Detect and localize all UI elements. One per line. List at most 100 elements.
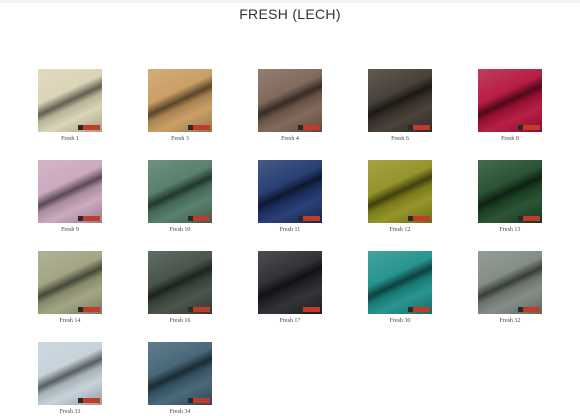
fabric-swatch-image[interactable] xyxy=(368,251,432,314)
swatch-card[interactable]: Fresh 8 xyxy=(478,69,542,143)
swatch-caption: Fresh 33 xyxy=(59,409,81,415)
brand-mark-icon xyxy=(518,307,523,312)
swatch-card[interactable]: Fresh 11 xyxy=(258,160,322,234)
swatch-card[interactable]: Fresh 9 xyxy=(38,160,102,234)
fabric-fold-shading xyxy=(148,251,212,314)
fabric-swatch-image[interactable] xyxy=(368,69,432,132)
brand-mark-icon xyxy=(408,125,413,130)
swatch-caption: Fresh 30 xyxy=(389,318,411,324)
swatch-caption: Fresh 34 xyxy=(169,409,191,415)
swatch-caption: Fresh 32 xyxy=(499,318,521,324)
fabric-fold-shading xyxy=(38,251,102,314)
swatch-card[interactable]: Fresh 3 xyxy=(148,69,212,143)
fabric-swatch-image[interactable] xyxy=(258,251,322,314)
brand-logo-icon xyxy=(78,398,100,403)
swatch-caption: Fresh 16 xyxy=(169,318,191,324)
swatch-card[interactable]: Fresh 17 xyxy=(258,251,322,325)
brand-logo-icon xyxy=(78,125,100,130)
brand-mark-icon xyxy=(188,307,193,312)
brand-logo-icon xyxy=(518,216,540,221)
fabric-swatch-image[interactable] xyxy=(148,160,212,223)
brand-logo-icon xyxy=(298,307,320,312)
brand-logo-icon xyxy=(188,307,210,312)
brand-logo-icon xyxy=(188,216,210,221)
swatch-caption: Fresh 10 xyxy=(169,227,191,233)
fabric-swatch-image[interactable] xyxy=(478,69,542,132)
brand-mark-icon xyxy=(78,398,83,403)
brand-mark-icon xyxy=(78,216,83,221)
swatch-card[interactable]: Fresh 12 xyxy=(368,160,432,234)
swatch-caption: Fresh 17 xyxy=(279,318,301,324)
brand-mark-icon xyxy=(78,307,83,312)
brand-mark-icon xyxy=(298,307,303,312)
fabric-swatch-image[interactable] xyxy=(478,251,542,314)
fabric-fold-shading xyxy=(368,69,432,132)
swatch-caption: Fresh 3 xyxy=(171,136,189,142)
swatch-card[interactable]: Fresh 32 xyxy=(478,251,542,325)
fabric-fold-shading xyxy=(148,160,212,223)
brand-mark-icon xyxy=(408,307,413,312)
brand-mark-icon xyxy=(188,125,193,130)
fabric-swatch-image[interactable] xyxy=(258,160,322,223)
fabric-swatch-image[interactable] xyxy=(258,69,322,132)
swatch-card[interactable]: Fresh 16 xyxy=(148,251,212,325)
brand-mark-icon xyxy=(408,216,413,221)
swatch-card[interactable]: Fresh 34 xyxy=(148,342,212,416)
swatch-card[interactable]: Fresh 4 xyxy=(258,69,322,143)
fabric-swatch-image[interactable] xyxy=(478,160,542,223)
swatch-caption: Fresh 11 xyxy=(279,227,301,233)
top-divider xyxy=(0,0,580,3)
brand-mark-icon xyxy=(518,216,523,221)
fabric-swatch-image[interactable] xyxy=(38,160,102,223)
brand-mark-icon xyxy=(518,125,523,130)
fabric-swatch-image[interactable] xyxy=(368,160,432,223)
fabric-fold-shading xyxy=(258,69,322,132)
swatch-card[interactable]: Fresh 10 xyxy=(148,160,212,234)
fabric-fold-shading xyxy=(38,342,102,405)
swatch-card[interactable]: Fresh 6 xyxy=(368,69,432,143)
swatch-card[interactable]: Fresh 14 xyxy=(38,251,102,325)
fabric-fold-shading xyxy=(38,160,102,223)
swatch-caption: Fresh 8 xyxy=(501,136,519,142)
swatch-caption: Fresh 9 xyxy=(61,227,79,233)
brand-mark-icon xyxy=(188,398,193,403)
swatch-card[interactable]: Fresh 1 xyxy=(38,69,102,143)
fabric-swatch-image[interactable] xyxy=(38,69,102,132)
page-title: FRESH (LECH) xyxy=(239,6,341,22)
brand-mark-icon xyxy=(78,125,83,130)
fabric-swatch-image[interactable] xyxy=(38,251,102,314)
swatch-grid: Fresh 1 Fresh 3 Fresh 4 Fresh 6 Fresh 8 Fresh… xyxy=(38,69,542,416)
fabric-fold-shading xyxy=(368,160,432,223)
fabric-fold-shading xyxy=(148,342,212,405)
fabric-fold-shading xyxy=(368,251,432,314)
brand-logo-icon xyxy=(518,125,540,130)
swatch-caption: Fresh 1 xyxy=(61,136,79,142)
swatch-caption: Fresh 6 xyxy=(391,136,409,142)
brand-mark-icon xyxy=(298,216,303,221)
fabric-fold-shading xyxy=(258,251,322,314)
brand-logo-icon xyxy=(518,307,540,312)
swatch-caption: Fresh 14 xyxy=(59,318,81,324)
swatch-caption: Fresh 4 xyxy=(281,136,299,142)
brand-logo-icon xyxy=(188,398,210,403)
fabric-fold-shading xyxy=(148,69,212,132)
brand-logo-icon xyxy=(408,307,430,312)
fabric-fold-shading xyxy=(38,69,102,132)
swatch-card[interactable]: Fresh 33 xyxy=(38,342,102,416)
fabric-fold-shading xyxy=(478,69,542,132)
fabric-fold-shading xyxy=(478,160,542,223)
fabric-swatch-image[interactable] xyxy=(148,251,212,314)
fabric-fold-shading xyxy=(478,251,542,314)
brand-mark-icon xyxy=(298,125,303,130)
swatch-card[interactable]: Fresh 30 xyxy=(368,251,432,325)
swatch-card[interactable]: Fresh 13 xyxy=(478,160,542,234)
brand-logo-icon xyxy=(298,216,320,221)
fabric-fold-shading xyxy=(258,160,322,223)
brand-mark-icon xyxy=(188,216,193,221)
fabric-swatch-image[interactable] xyxy=(148,69,212,132)
fabric-swatch-image[interactable] xyxy=(148,342,212,405)
brand-logo-icon xyxy=(408,216,430,221)
brand-logo-icon xyxy=(188,125,210,130)
brand-logo-icon xyxy=(78,216,100,221)
fabric-swatch-image[interactable] xyxy=(38,342,102,405)
